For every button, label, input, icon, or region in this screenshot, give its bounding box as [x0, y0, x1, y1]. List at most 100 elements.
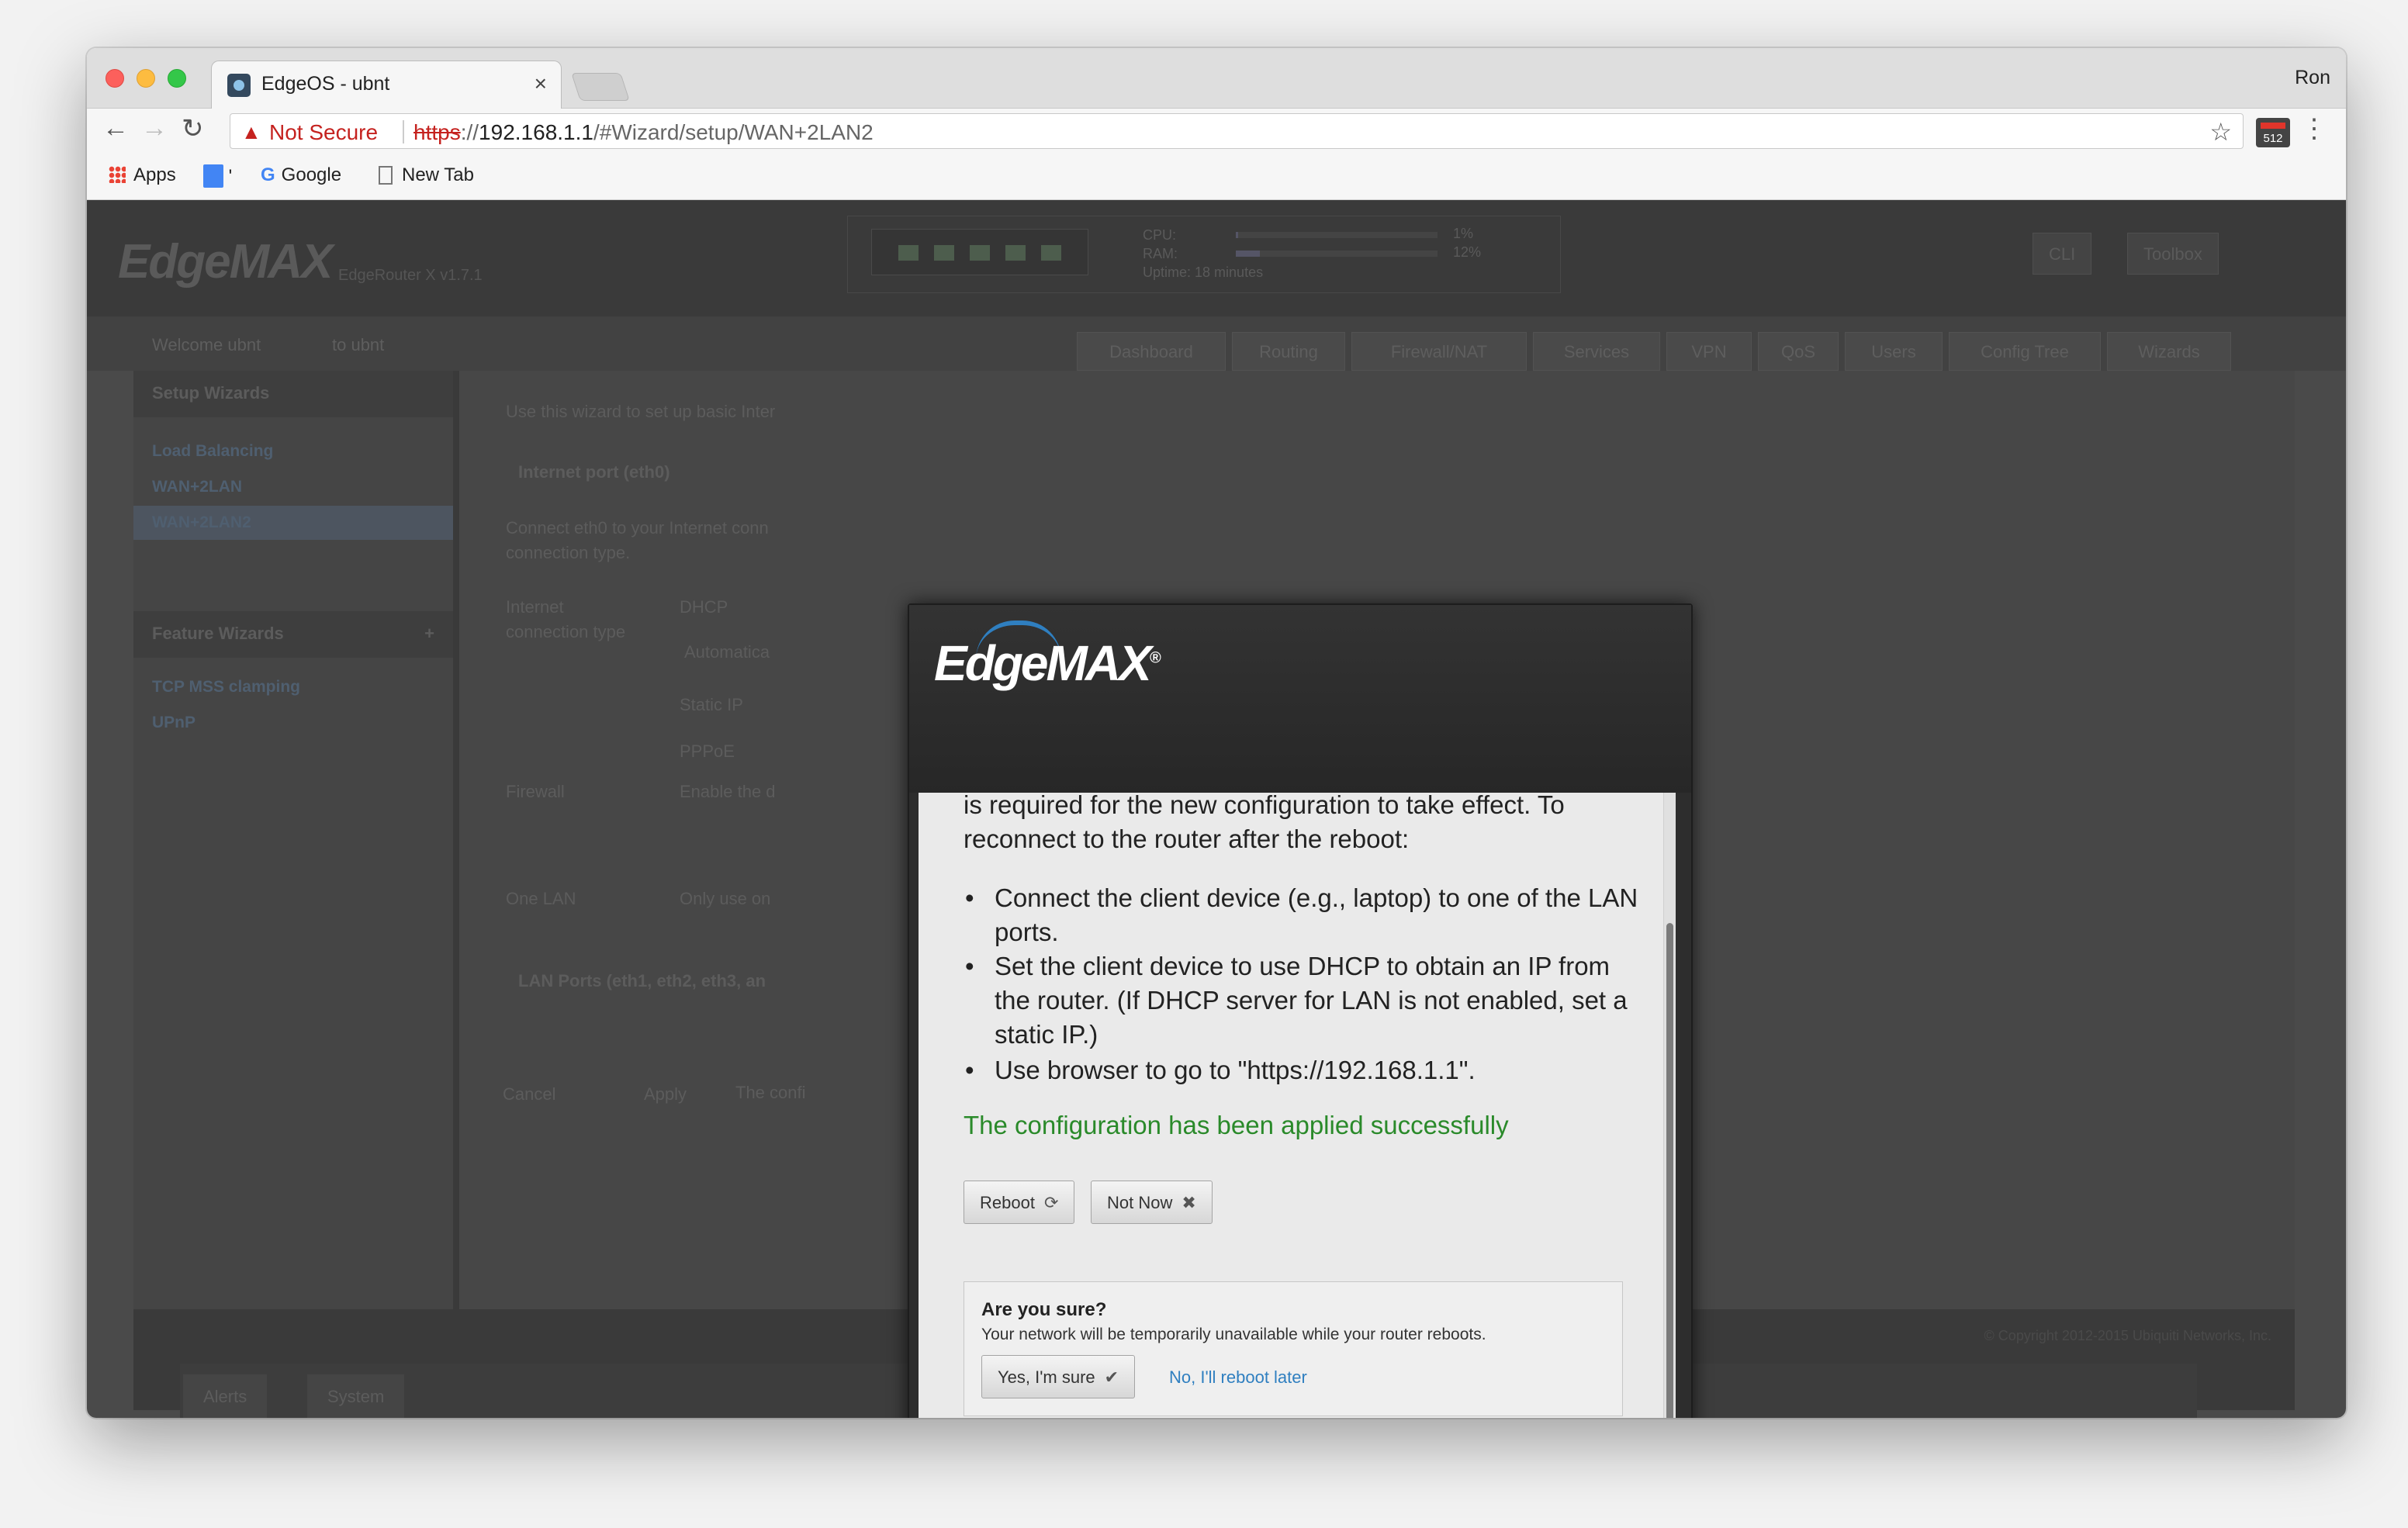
bookmark-google[interactable]: G Google: [261, 164, 341, 186]
status-panel: CPU: RAM: Uptime: 18 minutes 1% 12%: [847, 216, 1561, 293]
success-message: The configuration has been applied succe…: [964, 1111, 1509, 1139]
tab-config-tree[interactable]: Config Tree: [1949, 332, 2101, 371]
section-lan-ports[interactable]: LAN Ports (eth1, eth2, eth3, an: [518, 971, 766, 991]
reboot-icon: ⟳: [1043, 1193, 1059, 1212]
firewall-checkbox[interactable]: Enable the d: [680, 782, 776, 802]
address-bar[interactable]: ▲ Not Secure https://192.168.1.1/#Wizard…: [230, 113, 2244, 149]
reboot-button[interactable]: Reboot ⟳: [964, 1181, 1075, 1224]
router-version: EdgeRouter X v1.7.1: [338, 267, 483, 284]
welcome-user[interactable]: Welcome ubnt: [152, 335, 261, 355]
tab-routing[interactable]: Routing: [1232, 332, 1345, 371]
modal-scrollbar[interactable]: [1663, 793, 1676, 1418]
bullet-dhcp: Set the client device to use DHCP to obt…: [965, 949, 1646, 1052]
tab-dashboard[interactable]: Dashboard: [1077, 332, 1226, 371]
reboot-modal: EdgeMAX® is required for the new configu…: [908, 603, 1693, 1418]
not-secure-label[interactable]: Not Secure: [269, 120, 378, 145]
cancel-button[interactable]: Cancel: [503, 1084, 555, 1105]
scrollbar-thumb[interactable]: [1666, 923, 1673, 1418]
bookmark-star-icon[interactable]: ☆: [2209, 117, 2232, 147]
bookmark-apps[interactable]: Apps: [109, 164, 176, 186]
url-text[interactable]: https://192.168.1.1/#Wizard/setup/WAN+2L…: [413, 120, 874, 145]
firewall-label: Firewall: [506, 782, 565, 801]
close-window-button[interactable]: [106, 69, 124, 88]
port-status: [871, 229, 1088, 275]
ram-percent: 12%: [1453, 244, 1482, 260]
minimize-window-button[interactable]: [137, 69, 155, 88]
url-separator: [403, 120, 404, 143]
menu-dots-icon[interactable]: ⋮: [2301, 113, 2327, 144]
page-icon: [379, 166, 393, 185]
bookmark-apps-label: Apps: [133, 164, 176, 185]
not-now-button[interactable]: Not Now ✖: [1091, 1181, 1213, 1224]
reboot-button-label: Reboot: [980, 1193, 1035, 1212]
url-scheme: https: [413, 120, 461, 144]
port-icon: [898, 245, 919, 261]
profile-name[interactable]: Ron: [2295, 67, 2330, 89]
add-feature-icon[interactable]: +: [424, 624, 434, 644]
warning-icon: ▲: [241, 120, 261, 143]
radio-pppoe[interactable]: PPPoE: [680, 742, 735, 762]
close-icon: ✖: [1182, 1193, 1196, 1212]
toolbox-button[interactable]: Toolbox: [2127, 233, 2219, 275]
bookmark-new-tab-label: New Tab: [402, 164, 474, 185]
wizard-sidebar: Setup Wizards Load Balancing WAN+2LAN WA…: [133, 371, 453, 1309]
forward-arrow-icon[interactable]: →: [141, 113, 168, 143]
connection-type-label: connection type: [506, 622, 626, 641]
tab-services[interactable]: Services: [1533, 332, 1660, 371]
sidebar-item-upnp[interactable]: UPnP: [152, 714, 195, 732]
setup-wizards-header: Setup Wizards: [133, 371, 453, 417]
tab-users[interactable]: Users: [1845, 332, 1943, 371]
port-icon: [970, 245, 990, 261]
confirm-title: Are you sure?: [981, 1299, 1107, 1320]
bullet-connect-device: Connect the client device (e.g., laptop)…: [965, 881, 1646, 949]
calendar-extension-icon[interactable]: 512: [2256, 118, 2290, 147]
one-lan-checkbox[interactable]: Only use on: [680, 889, 770, 909]
to-user-label: to ubnt: [332, 335, 385, 354]
bookmark-new-tab[interactable]: New Tab: [379, 164, 474, 186]
radio-dhcp[interactable]: DHCP: [680, 597, 728, 617]
tab-qos[interactable]: QoS: [1758, 332, 1839, 371]
internet-label: Internet: [506, 597, 564, 617]
modal-body[interactable]: is required for the new configuration to…: [919, 793, 1676, 1418]
tab-close-icon[interactable]: ×: [535, 71, 547, 96]
reboot-confirm-box: Are you sure? Your network will be tempo…: [964, 1281, 1623, 1416]
tab-alerts[interactable]: Alerts: [183, 1374, 268, 1418]
modal-text-line-2: reconnect to the router after the reboot…: [964, 824, 1410, 853]
tab-system[interactable]: System: [307, 1374, 405, 1418]
edgemax-logo: EdgeMAX: [118, 235, 333, 289]
port-icon: [934, 245, 954, 261]
confirm-text: Your network will be temporarily unavail…: [981, 1326, 1486, 1343]
tab-title: EdgeOS - ubnt: [261, 73, 390, 95]
port-icon: [1041, 245, 1061, 261]
tab-wizards[interactable]: Wizards: [2107, 332, 2231, 371]
section-internet-port[interactable]: Internet port (eth0): [518, 462, 670, 482]
confirm-yes-label: Yes, I'm sure: [998, 1367, 1095, 1387]
sidebar-item-wan-2lan[interactable]: WAN+2LAN: [152, 478, 242, 496]
browser-window: EdgeOS - ubnt × Ron ← → ↻ ▲ Not Secure h…: [87, 48, 2346, 1418]
edgeos-header: EdgeMAX EdgeRouter X v1.7.1 CPU: RAM: Up…: [87, 200, 2346, 316]
confirm-yes-button[interactable]: Yes, I'm sure ✔: [981, 1355, 1136, 1398]
sidebar-item-wan-2lan2[interactable]: WAN+2LAN2: [152, 513, 251, 532]
copyright: © Copyright 2012-2015 Ubiquiti Networks,…: [1984, 1328, 2271, 1343]
cpu-bar-fill: [1236, 232, 1238, 238]
cli-button[interactable]: CLI: [2033, 233, 2092, 275]
dhcp-auto-text: Automatica: [684, 642, 770, 662]
browser-tab[interactable]: EdgeOS - ubnt ×: [211, 60, 562, 109]
browser-toolbar: ← → ↻ ▲ Not Secure https://192.168.1.1/#…: [87, 109, 2346, 154]
maximize-window-button[interactable]: [168, 69, 186, 88]
url-path: /#Wizard/setup/WAN+2LAN2: [593, 120, 874, 144]
tab-firewall-nat[interactable]: Firewall/NAT: [1351, 332, 1527, 371]
apply-button[interactable]: Apply: [644, 1084, 687, 1105]
tab-vpn[interactable]: VPN: [1666, 332, 1752, 371]
sidebar-item-load-balancing[interactable]: Load Balancing: [152, 442, 273, 461]
docs-icon: [203, 164, 223, 188]
bookmark-docs[interactable]: ': [203, 164, 232, 188]
reboot-later-link[interactable]: No, I'll reboot later: [1169, 1367, 1307, 1388]
reload-icon[interactable]: ↻: [182, 113, 204, 144]
back-arrow-icon[interactable]: ←: [102, 113, 129, 143]
sidebar-item-tcp-mss[interactable]: TCP MSS clamping: [152, 678, 300, 697]
wizard-intro: Use this wizard to set up basic Inter: [506, 402, 776, 421]
feature-wizards-title: Feature Wizards: [152, 624, 284, 643]
new-tab-button[interactable]: [571, 73, 630, 101]
radio-static-ip[interactable]: Static IP: [680, 695, 743, 715]
